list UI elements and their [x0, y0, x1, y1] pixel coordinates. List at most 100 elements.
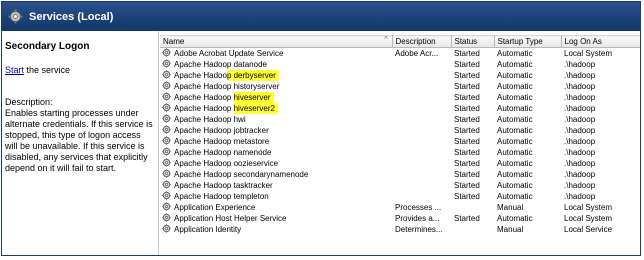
service-name: Apache Hadoop	[174, 93, 234, 102]
table-row[interactable]: Apache Hadoop tasktracker Started Automati…	[160, 180, 640, 191]
service-name-cell[interactable]: Application Experience	[160, 202, 392, 213]
service-log-on-as-cell: .\hadoop	[564, 115, 596, 124]
service-status-cell: Started	[454, 71, 480, 80]
service-name-cell[interactable]: Apache Hadoop jobtracker	[160, 125, 392, 136]
service-startup-type-cell: Automatic	[497, 60, 533, 69]
service-status-cell: Started	[454, 126, 480, 135]
service-log-on-as-cell: .\hadoop	[564, 159, 596, 168]
service-name-cell[interactable]: Apache Hadoop hiveserver2	[160, 103, 392, 114]
service-log-on-as-cell: Local System	[564, 203, 613, 212]
service-status-cell: Started	[454, 214, 480, 223]
service-name-cell[interactable]: Apache Hadoop historyserver	[160, 81, 392, 92]
sort-caret-icon: ^	[384, 36, 388, 44]
service-status-cell: Started	[454, 49, 480, 58]
service-log-on-as-cell: .\hadoop	[564, 93, 596, 102]
table-row[interactable]: Apache Hadoop hwi Started Automatic .\hadoo…	[160, 114, 640, 125]
service-gear-icon	[162, 103, 171, 112]
service-gear-icon	[162, 136, 171, 145]
service-description-cell: Provides a...	[395, 214, 440, 223]
service-description-cell	[392, 169, 451, 180]
service-startup-type-cell: Automatic	[497, 115, 533, 124]
service-name-cell[interactable]: Apache Hadoop derbyserver	[160, 70, 392, 81]
table-row[interactable]: Apache Hadoop templeton Started Automatic.…	[160, 191, 640, 202]
table-row[interactable]: Apache Hadoop oozieservice Started Automat…	[160, 158, 640, 169]
service-name: Adobe Acrobat Update Service	[174, 49, 284, 58]
service-description-cell	[392, 92, 451, 103]
table-row[interactable]: Apache Hadoop derbyserver Started Automati…	[160, 70, 640, 81]
column-header-startup-type[interactable]: Startup Type	[494, 35, 562, 48]
service-log-on-as-cell: .\hadoop	[564, 82, 596, 91]
service-name-cell[interactable]: Application Identity	[160, 224, 392, 235]
service-startup-type-cell: Manual	[497, 225, 524, 234]
service-gear-icon	[162, 202, 171, 211]
selected-service-name: Secondary Logon	[5, 41, 90, 52]
service-gear-icon	[162, 158, 171, 167]
service-name: Apache Hadoop templeton	[174, 192, 269, 201]
table-row[interactable]: Application Host Helper Service Provides …	[160, 213, 640, 224]
start-suffix-text: the service	[24, 65, 71, 75]
service-description-cell	[392, 125, 451, 136]
service-startup-type-cell: Automatic	[497, 71, 533, 80]
start-service-link[interactable]: Start	[5, 65, 24, 75]
service-name-cell[interactable]: Apache Hadoop hwi	[160, 114, 392, 125]
service-log-on-as-cell: Local System	[564, 214, 613, 223]
service-log-on-as-cell: .\hadoop	[564, 126, 596, 135]
service-name: Apache Hadoop historyserver	[174, 82, 280, 91]
service-startup-type-cell: Automatic	[497, 214, 533, 223]
service-name-cell[interactable]: Apache Hadoop tasktracker	[160, 180, 392, 191]
service-description-cell	[392, 81, 451, 92]
service-log-on-as-cell: .\hadoop	[564, 71, 596, 80]
column-header-status[interactable]: Status	[451, 35, 495, 48]
service-status-cell: Started	[454, 115, 480, 124]
column-header-log-on-as[interactable]: Log On As	[561, 35, 640, 48]
service-status-cell: Started	[454, 93, 480, 102]
service-name: Apache Hadoop datanode	[174, 60, 267, 69]
service-status-cell: Started	[454, 192, 480, 201]
table-row[interactable]: Apache Hadoop hiveserver Started Automatic…	[160, 92, 640, 103]
table-row[interactable]: Apache Hadoop jobtracker Started Automatic…	[160, 125, 640, 136]
column-header-description[interactable]: Description	[392, 35, 452, 48]
service-log-on-as-cell: .\hadoop	[564, 148, 596, 157]
table-row[interactable]: Apache Hadoop datanode Started Automatic .\…	[160, 59, 640, 70]
table-row[interactable]: Apache Hadoop secondarynamenode Started Au…	[160, 169, 640, 180]
service-gear-icon	[162, 191, 171, 200]
services-table: Name ^ Description Status Startup Type Lo…	[160, 35, 640, 235]
service-gear-icon	[162, 114, 171, 123]
table-row[interactable]: Apache Hadoop hiveserver2 Started Automati…	[160, 103, 640, 114]
title-bar: Services (Local)	[2, 2, 640, 31]
service-name-cell[interactable]: Apache Hadoop datanode	[160, 59, 392, 70]
service-name: Apache Hadoop hwi	[174, 115, 246, 124]
table-row[interactable]: Apache Hadoop namenode Started Automatic .\…	[160, 147, 640, 158]
table-row[interactable]: Application Experience Processes ... Manua…	[160, 202, 640, 213]
service-name-cell[interactable]: Adobe Acrobat Update Service	[160, 48, 392, 60]
service-startup-type-cell: Automatic	[497, 49, 533, 58]
service-name-cell[interactable]: Apache Hadoop oozieservice	[160, 158, 392, 169]
service-name: Apache Hadoop metastore	[174, 137, 270, 146]
service-startup-type-cell: Automatic	[497, 181, 533, 190]
service-name: Apache Hadoop	[174, 104, 234, 113]
service-name-cell[interactable]: Application Host Helper Service	[160, 213, 392, 224]
service-name-cell[interactable]: Apache Hadoop secondarynamenode	[160, 169, 392, 180]
service-name-cell[interactable]: Apache Hadoop templeton	[160, 191, 392, 202]
service-startup-type-cell: Automatic	[497, 82, 533, 91]
column-header-name[interactable]: Name ^	[160, 35, 393, 48]
table-row[interactable]: Apache Hadoop historyserver Started Automa…	[160, 81, 640, 92]
table-row[interactable]: Apache Hadoop metastore Started Automatic.…	[160, 136, 640, 147]
service-startup-type-cell: Automatic	[497, 137, 533, 146]
service-log-on-as-cell: Local System	[564, 49, 613, 58]
table-row[interactable]: Adobe Acrobat Update Service Adobe Acr...…	[160, 48, 640, 60]
service-name-cell[interactable]: Apache Hadoop hiveserver	[160, 92, 392, 103]
service-description-cell	[392, 180, 451, 191]
service-description-cell	[392, 158, 451, 169]
service-detail-pane: Secondary Logon Start the service Descri…	[2, 31, 159, 255]
service-status-cell	[451, 224, 494, 235]
service-gear-icon	[162, 70, 171, 79]
service-name-cell[interactable]: Apache Hadoop metastore	[160, 136, 392, 147]
service-name: Apache Hadoop oozieservice	[174, 159, 279, 168]
service-status-cell: Started	[454, 137, 480, 146]
service-description-cell	[392, 136, 451, 147]
service-name-cell[interactable]: Apache Hadoop namenode	[160, 147, 392, 158]
service-status-cell	[451, 202, 494, 213]
table-row[interactable]: Application Identity Determines... Manual L…	[160, 224, 640, 235]
service-status-cell: Started	[454, 170, 480, 179]
